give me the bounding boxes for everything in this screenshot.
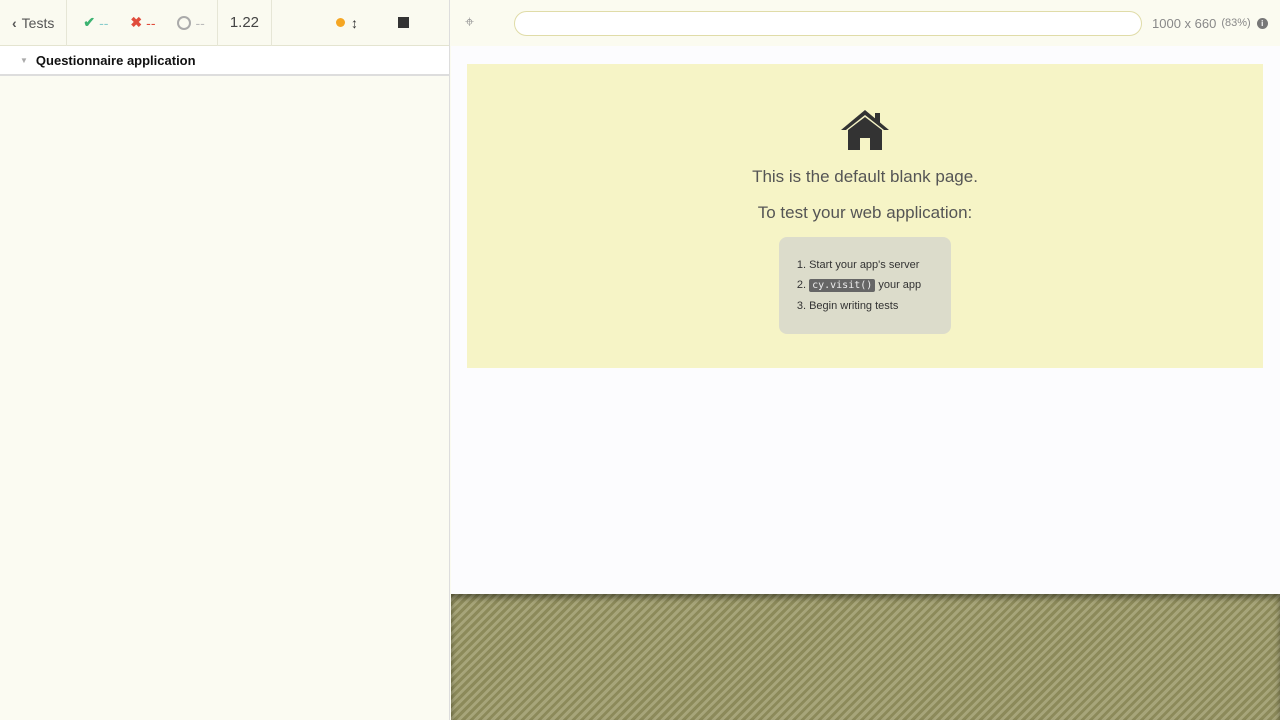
- app-preview: ⌖ 1000 x 660 (83%) i This is the default…: [451, 0, 1280, 720]
- step-num: 2.: [796, 279, 807, 291]
- preview-header: ⌖ 1000 x 660 (83%) i: [451, 0, 1280, 46]
- x-icon: ✖: [130, 14, 143, 30]
- home-icon: [841, 110, 889, 150]
- app-iframe: This is the default blank page. To test …: [451, 46, 1280, 594]
- failed-count: ✖ --: [130, 14, 155, 31]
- stop-button[interactable]: [398, 17, 410, 28]
- suite-title: Questionnaire application: [35, 52, 196, 68]
- failed-value: --: [146, 14, 156, 31]
- suite-row[interactable]: ▼ Questionnaire application: [0, 46, 449, 76]
- step-item: 3. Begin writing tests: [797, 296, 921, 316]
- info-icon[interactable]: i: [1256, 17, 1268, 29]
- viewport-size: 1000 x 660: [1152, 15, 1217, 31]
- reporter-header: ‹ Tests ✔ -- ✖ -- -- 1.22 ↕: [0, 0, 449, 46]
- caret-down-icon: ▼: [20, 55, 28, 65]
- pending-count: --: [177, 14, 205, 31]
- passed-value: --: [99, 14, 109, 31]
- blank-page-instruction: To test your web application:: [757, 203, 973, 222]
- passed-count: ✔ --: [83, 14, 108, 31]
- step-item: 2. cy.visit() your app: [797, 275, 921, 296]
- url-bar[interactable]: [514, 10, 1143, 36]
- resize-icon[interactable]: ↕: [351, 15, 358, 31]
- step-item: 1. Start your app's server: [797, 255, 921, 275]
- default-blank-page: This is the default blank page. To test …: [467, 64, 1263, 368]
- preview-backdrop: [451, 594, 1280, 720]
- check-icon: ✔: [83, 14, 96, 30]
- step-text: your app: [875, 279, 922, 291]
- step-code: cy.visit(): [809, 279, 876, 292]
- step-text: Begin writing tests: [809, 300, 899, 312]
- step-num: 1.: [796, 259, 807, 271]
- duration: 1.22: [218, 0, 273, 46]
- auto-scroll-dot-icon[interactable]: [336, 18, 346, 27]
- steps-box: 1. Start your app's server 2. cy.visit()…: [778, 237, 952, 334]
- chevron-left-icon: ‹: [12, 14, 17, 31]
- blank-page-message: This is the default blank page.: [752, 167, 978, 186]
- reporter-panel: ‹ Tests ✔ -- ✖ -- -- 1.22 ↕ ▼ Questionnaire …: [0, 0, 450, 720]
- back-to-tests-button[interactable]: ‹ Tests: [0, 0, 68, 46]
- selector-playground-icon[interactable]: ⌖: [465, 14, 474, 32]
- circle-icon: [177, 15, 192, 30]
- viewport-scale: (83%): [1221, 17, 1251, 29]
- step-num: 3.: [796, 300, 807, 312]
- back-label: Tests: [21, 14, 55, 31]
- pending-value: --: [195, 14, 205, 31]
- step-text: Start your app's server: [809, 259, 920, 271]
